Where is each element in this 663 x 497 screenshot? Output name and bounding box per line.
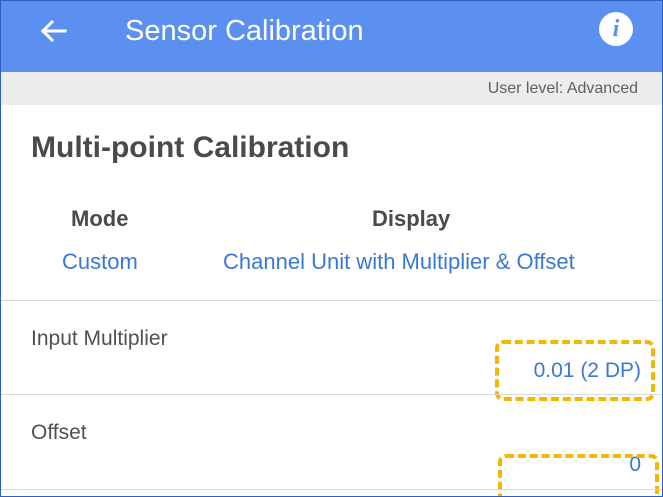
app-screen: Sensor Calibration i User level: Advance… <box>0 0 663 497</box>
divider <box>1 394 662 395</box>
offset-value[interactable]: 0 <box>629 453 641 477</box>
divider <box>1 489 662 490</box>
mode-label: Mode <box>71 206 129 231</box>
app-bar: Sensor Calibration i <box>1 1 662 72</box>
user-level-text: User level: Advanced <box>487 80 638 97</box>
info-button[interactable]: i <box>599 12 633 46</box>
info-icon: i <box>612 15 620 42</box>
display-label: Display <box>372 206 451 231</box>
input-multiplier-value[interactable]: 0.01 (2 DP) <box>534 359 641 383</box>
input-multiplier-label: Input Multiplier <box>31 327 168 350</box>
user-level-bar: User level: Advanced <box>1 72 662 105</box>
page-title: Sensor Calibration <box>125 15 364 47</box>
arrow-left-icon <box>40 19 67 43</box>
back-button[interactable] <box>33 11 73 51</box>
offset-label: Offset <box>31 421 87 444</box>
mode-value-link[interactable]: Custom <box>62 249 138 275</box>
section-title: Multi-point Calibration <box>31 131 350 164</box>
divider <box>1 300 662 301</box>
display-value-link[interactable]: Channel Unit with Multiplier & Offset <box>223 249 575 275</box>
